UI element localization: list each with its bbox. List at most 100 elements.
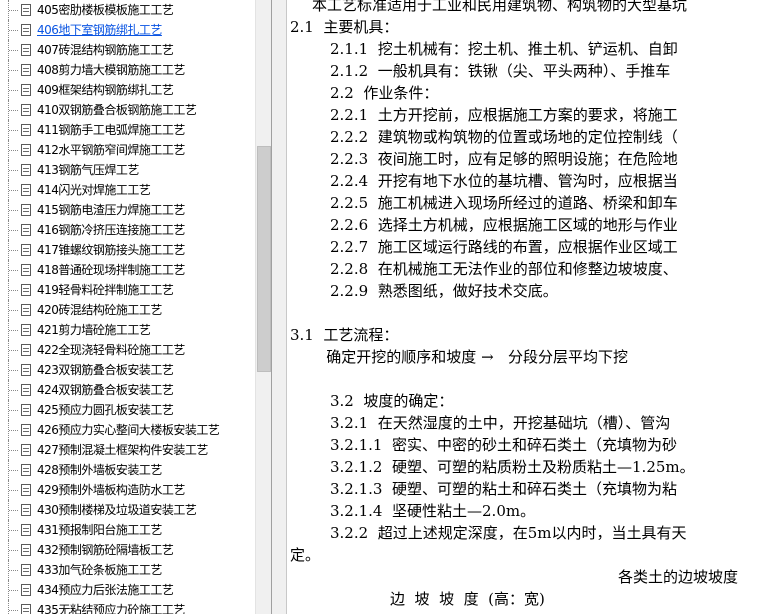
tree-item[interactable]: 405密肋楼板模板施工工艺: [0, 0, 255, 20]
tree-connector: [9, 430, 18, 431]
tree-item[interactable]: 407砖混结构钢筋施工工艺: [0, 40, 255, 60]
tree-scroll-thumb[interactable]: [257, 146, 271, 372]
tree-connector: [9, 150, 18, 151]
tree-connector: [9, 210, 18, 211]
tree-connector: [9, 90, 18, 91]
tree-item-label[interactable]: 433加气砼条板施工工艺: [37, 563, 162, 577]
document-tree: 405密肋楼板模板施工工艺 406地下室钢筋绑扎工艺 407砖混结构钢筋施工工艺 40…: [0, 0, 255, 614]
tree-item[interactable]: 427预制混凝土框架构件安装工艺: [0, 440, 255, 460]
tree-item[interactable]: 409框架结构钢筋绑扎工艺: [0, 80, 255, 100]
tree-item[interactable]: 422全现浇轻骨料砼施工工艺: [0, 340, 255, 360]
content-line: 2.2.9 熟悉图纸，做好技术交底。: [330, 282, 558, 300]
tree-item[interactable]: 426预应力实心整间大楼板安装工艺: [0, 420, 255, 440]
content-line: 2.2.4 开挖有地下水位的基坑槽、管沟时，应根据当: [330, 172, 678, 190]
tree-item-label[interactable]: 421剪力墙砼施工工艺: [37, 323, 151, 337]
tree-item-label[interactable]: 420砖混结构砼施工工艺: [37, 303, 162, 317]
tree-item[interactable]: 408剪力墙大模钢筋施工工艺: [0, 60, 255, 80]
tree-item-label[interactable]: 434预应力后张法施工工艺: [37, 583, 174, 597]
tree-item[interactable]: 431预报制阳台施工工艺: [0, 520, 255, 540]
tree-item[interactable]: 434预应力后张法施工工艺: [0, 580, 255, 600]
tree-item-label[interactable]: 413钢筋气压焊工艺: [37, 163, 139, 177]
tree-item-label[interactable]: 405密肋楼板模板施工工艺: [37, 3, 174, 17]
tree-item-label[interactable]: 415钢筋电渣压力焊施工工艺: [37, 203, 185, 217]
tree-item-label[interactable]: 408剪力墙大模钢筋施工工艺: [37, 63, 185, 77]
tree-item[interactable]: 406地下室钢筋绑扎工艺: [0, 20, 255, 40]
tree-item[interactable]: 417锥螺纹钢筋接头施工工艺: [0, 240, 255, 260]
content-line: 3.2.1.1 密实、中密的砂土和碎石类土（充填物为砂: [330, 436, 678, 454]
tree-connector: [9, 510, 18, 511]
tree-item-label[interactable]: 435无粘结预应力砼施工工艺: [37, 603, 185, 614]
tree-item-label[interactable]: 432预制钢筋砼隔墙板工艺: [37, 543, 174, 557]
tree-item-label[interactable]: 412水平钢筋窄间焊施工工艺: [37, 143, 185, 157]
tree-item-label[interactable]: 409框架结构钢筋绑扎工艺: [37, 83, 174, 97]
tree-item-label[interactable]: 429预制外墙板构造防水工艺: [37, 483, 185, 497]
tree-item[interactable]: 420砖混结构砼施工工艺: [0, 300, 255, 320]
tree-connector: [9, 170, 18, 171]
document-tree-pane: 405密肋楼板模板施工工艺 406地下室钢筋绑扎工艺 407砖混结构钢筋施工工艺 40…: [0, 0, 272, 614]
tree-scrollbar[interactable]: [255, 0, 271, 614]
tree-item-label[interactable]: 428预制外墙板安装工艺: [37, 463, 162, 477]
tree-connector: [9, 50, 18, 51]
tree-item-label[interactable]: 430预制楼梯及垃圾道安装工艺: [37, 503, 197, 517]
tree-item[interactable]: 425预应力圆孔板安装工艺: [0, 400, 255, 420]
content-line: 2.2 作业条件：: [330, 84, 439, 102]
tree-item-label[interactable]: 422全现浇轻骨料砼施工工艺: [37, 343, 185, 357]
tree-item-label[interactable]: 423双钢筋叠合板安装工艺: [37, 363, 174, 377]
content-line: 确定开挖的顺序和坡度 → 分段分层平均下挖: [312, 348, 628, 366]
tree-item-label[interactable]: 411钢筋手工电弧焊施工工艺: [37, 123, 185, 137]
tree-item[interactable]: 421剪力墙砼施工工艺: [0, 320, 255, 340]
pane-splitter[interactable]: [272, 0, 287, 614]
tree-connector: [9, 570, 18, 571]
tree-item[interactable]: 430预制楼梯及垃圾道安装工艺: [0, 500, 255, 520]
tree-item-label[interactable]: 424双钢筋叠合板安装工艺: [37, 383, 174, 397]
content-line: 2.2.2 建筑物或构筑物的位置或场地的定位控制线（: [330, 128, 678, 146]
tree-item-label[interactable]: 417锥螺纹钢筋接头施工工艺: [37, 243, 185, 257]
tree-item-label[interactable]: 414闪光对焊施工工艺: [37, 183, 151, 197]
tree-item-label[interactable]: 410双钢筋叠合板钢筋施工工艺: [37, 103, 197, 117]
content-line: 3.2.1.4 坚硬性粘土—2.0m。: [330, 502, 536, 520]
tree-item[interactable]: 411钢筋手工电弧焊施工工艺: [0, 120, 255, 140]
tree-connector: [9, 250, 18, 251]
tree-connector: [9, 590, 18, 591]
content-line: 3.1 工艺流程：: [290, 326, 399, 344]
tree-connector: [9, 410, 18, 411]
tree-item-label[interactable]: 425预应力圆孔板安装工艺: [37, 403, 174, 417]
tree-item-label[interactable]: 426预应力实心整间大楼板安装工艺: [37, 423, 220, 437]
tree-item-label[interactable]: 407砖混结构钢筋施工工艺: [37, 43, 174, 57]
tree-item[interactable]: 423双钢筋叠合板安装工艺: [0, 360, 255, 380]
content-line: 3.2.1.2 硬塑、可塑的粘质粉土及粉质粘土—1.25m。: [330, 458, 695, 476]
tree-item[interactable]: 410双钢筋叠合板钢筋施工工艺: [0, 100, 255, 120]
tree-item[interactable]: 424双钢筋叠合板安装工艺: [0, 380, 255, 400]
tree-item[interactable]: 415钢筋电渣压力焊施工工艺: [0, 200, 255, 220]
tree-item-label[interactable]: 419轻骨料砼拌制施工工艺: [37, 283, 174, 297]
document-icon: [21, 364, 31, 376]
tree-item[interactable]: 413钢筋气压焊工艺: [0, 160, 255, 180]
tree-item[interactable]: 416钢筋冷挤压连接施工工艺: [0, 220, 255, 240]
tree-connector: [9, 370, 18, 371]
tree-item-label[interactable]: 431预报制阳台施工工艺: [37, 523, 162, 537]
tree-item-label[interactable]: 416钢筋冷挤压连接施工工艺: [37, 223, 185, 237]
content-line: 3.2.1 在天然湿度的土中，开挖基础坑（槽）、管沟: [330, 414, 671, 432]
tree-item[interactable]: 418普通砼现场拌制施工工艺: [0, 260, 255, 280]
tree-item-label[interactable]: 427预制混凝土框架构件安装工艺: [37, 443, 208, 457]
tree-connector: [9, 70, 18, 71]
document-icon: [21, 424, 31, 436]
document-icon: [21, 444, 31, 456]
tree-item[interactable]: 433加气砼条板施工工艺: [0, 560, 255, 580]
content-line: 2.2.8 在机械施工无法作业的部位和修整边坡坡度、: [330, 260, 678, 278]
tree-item[interactable]: 429预制外墙板构造防水工艺: [0, 480, 255, 500]
tree-item[interactable]: 414闪光对焊施工工艺: [0, 180, 255, 200]
content-line: 本工艺标准适用于工业和民用建筑物、构筑物的大型基坑: [312, 0, 688, 14]
tree-item[interactable]: 419轻骨料砼拌制施工工艺: [0, 280, 255, 300]
document-icon: [21, 324, 31, 336]
tree-item[interactable]: 435无粘结预应力砼施工工艺: [0, 600, 255, 614]
document-icon: [21, 404, 31, 416]
tree-item-label[interactable]: 406地下室钢筋绑扎工艺: [37, 23, 162, 37]
tree-item[interactable]: 428预制外墙板安装工艺: [0, 460, 255, 480]
document-content: 本工艺标准适用于工业和民用建筑物、构筑物的大型基坑 2.1 主要机具： 2.1.1 …: [288, 0, 778, 614]
tree-item-label[interactable]: 418普通砼现场拌制施工工艺: [37, 263, 185, 277]
tree-item[interactable]: 412水平钢筋窄间焊施工工艺: [0, 140, 255, 160]
tree-item[interactable]: 432预制钢筋砼隔墙板工艺: [0, 540, 255, 560]
content-line: 2.2.5 施工机械进入现场所经过的道路、桥梁和卸车: [330, 194, 678, 212]
tree-connector: [9, 350, 18, 351]
